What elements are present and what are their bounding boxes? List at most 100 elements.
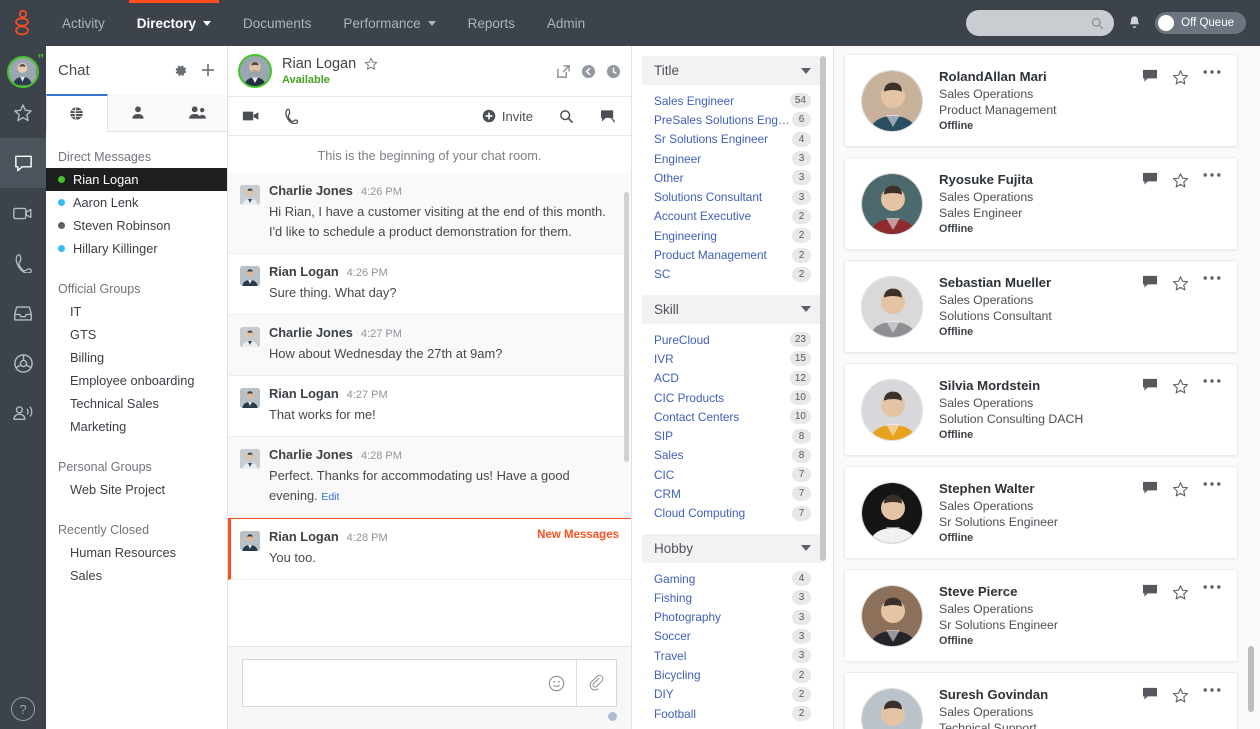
nav-item-performance[interactable]: Performance [327,0,451,46]
filter-option[interactable]: Football 2 [642,704,823,723]
filter-option[interactable]: Contact Centers 10 [642,407,823,426]
chat-bubble-icon[interactable] [1142,378,1158,392]
rail-item-voicemail[interactable] [0,388,46,438]
chat-group-item[interactable]: IT [46,300,227,323]
popout-icon[interactable] [556,64,571,79]
filter-option[interactable]: Gaming 4 [642,569,823,588]
search-icon[interactable] [559,109,574,124]
chat-group-item[interactable]: Human Resources [46,541,227,564]
star-outline-icon[interactable] [1172,687,1189,704]
chat-bubble-icon[interactable] [1142,481,1158,495]
star-outline-icon[interactable] [1172,172,1189,189]
filter-option[interactable]: IVR 15 [642,349,823,368]
chat-group-item[interactable]: Employee onboarding [46,369,227,392]
phone-icon[interactable] [285,108,298,124]
chat-bubble-icon[interactable] [1142,172,1158,186]
filter-option[interactable]: Product Management 2 [642,245,823,264]
chat-group-item[interactable]: Technical Sales [46,392,227,415]
help-button[interactable]: ? [11,697,35,721]
rail-item-video[interactable] [0,188,46,238]
filter-option[interactable]: CRM 7 [642,484,823,503]
filter-option[interactable]: Sales 8 [642,446,823,465]
filter-option[interactable]: CIC Products 10 [642,388,823,407]
chat-bubble-icon[interactable] [1142,584,1158,598]
paperclip-icon[interactable] [576,660,616,706]
person-card[interactable]: Silvia Mordstein Sales Operations Solution… [844,363,1238,456]
rail-item-dashboard[interactable] [0,338,46,388]
more-ellipsis-icon[interactable] [1203,172,1221,178]
filter-option[interactable]: SC 2 [642,265,823,284]
person-card[interactable]: Ryosuke Fujita Sales Operations Sales Engi… [844,157,1238,250]
nav-item-admin[interactable]: Admin [531,0,601,46]
dm-item[interactable]: Aaron Lenk [46,191,227,214]
filter-option[interactable]: CIC 7 [642,465,823,484]
more-ellipsis-icon[interactable] [1203,584,1221,590]
user-avatar[interactable]: ” [7,52,44,88]
filter-option[interactable]: Soccer 3 [642,627,823,646]
filter-option[interactable]: ACD 12 [642,369,823,388]
more-ellipsis-icon[interactable] [1203,378,1221,384]
nav-item-reports[interactable]: Reports [452,0,531,46]
chat-bubble-icon[interactable] [1142,275,1158,289]
filter-option[interactable]: PureCloud 23 [642,330,823,349]
filter-option[interactable]: Travel 3 [642,646,823,665]
nav-item-activity[interactable]: Activity [46,0,121,46]
filter-option[interactable]: DIY 2 [642,685,823,704]
filter-option[interactable]: Account Executive 2 [642,207,823,226]
genesys-logo-icon[interactable] [0,10,46,36]
person-card[interactable]: Sebastian Mueller Sales Operations Solutio… [844,260,1238,353]
rail-item-favorites[interactable] [0,88,46,138]
filter-group-header[interactable]: Hobby [642,533,823,563]
person-card[interactable]: Suresh Govindan Sales Operations Technical… [844,672,1238,729]
chat-group-item[interactable]: Web Site Project [46,478,227,501]
more-ellipsis-icon[interactable] [1203,687,1221,693]
tab-all-chats[interactable] [46,94,108,132]
person-card[interactable]: Steve Pierce Sales Operations Sr Solutions… [844,569,1238,662]
chat-bubble-icon[interactable] [1142,687,1158,701]
filter-option[interactable]: SIP 8 [642,426,823,445]
filter-option[interactable]: Sr Solutions Engineer 4 [642,130,823,149]
history-circle-icon[interactable] [606,64,621,79]
tab-group-chats[interactable] [167,94,228,131]
filter-option[interactable]: Bicycling 2 [642,665,823,684]
dm-item[interactable]: Steven Robinson [46,214,227,237]
nav-item-directory[interactable]: Directory [121,0,227,46]
rail-item-calls[interactable] [0,238,46,288]
chat-group-item[interactable]: GTS [46,323,227,346]
chat-group-item[interactable]: Marketing [46,415,227,438]
chat-scrollbar[interactable] [624,192,629,462]
message-edit-link[interactable]: Edit [321,491,339,503]
filter-option[interactable]: PreSales Solutions Engin… 6 [642,110,823,129]
smiley-icon[interactable] [536,675,576,692]
filter-option[interactable]: Engineer 3 [642,149,823,168]
filter-option[interactable]: Cloud Computing 7 [642,504,823,523]
filter-option[interactable]: Solutions Consultant 3 [642,187,823,206]
rail-item-inbox[interactable] [0,288,46,338]
dm-item[interactable]: Hillary Killinger [46,237,227,260]
filter-option[interactable]: Photography 3 [642,608,823,627]
nav-item-documents[interactable]: Documents [227,0,327,46]
tab-direct-chats[interactable] [107,94,168,131]
queue-status-toggle[interactable]: Off Queue [1155,12,1246,34]
person-card[interactable]: Stephen Walter Sales Operations Sr Solutio… [844,466,1238,559]
rail-item-chat[interactable] [0,138,46,188]
chat-transcript-icon[interactable] [600,109,617,123]
plus-icon[interactable] [201,63,215,77]
filter-group-header[interactable]: Skill [642,294,823,324]
star-outline-icon[interactable] [1172,69,1189,86]
chat-bubble-icon[interactable] [1142,69,1158,83]
more-ellipsis-icon[interactable] [1203,69,1221,75]
star-outline-icon[interactable] [364,57,378,71]
person-card[interactable]: RolandAllan Mari Sales Operations Product … [844,54,1238,147]
notifications-bell-icon[interactable] [1128,15,1141,31]
filter-option[interactable]: Other 3 [642,168,823,187]
filter-option[interactable]: Engineering 2 [642,226,823,245]
global-search-input[interactable] [966,10,1115,36]
star-outline-icon[interactable] [1172,378,1189,395]
filter-option[interactable]: Sales Engineer 54 [642,91,823,110]
dm-item[interactable]: Rian Logan [46,168,227,191]
more-ellipsis-icon[interactable] [1203,275,1221,281]
filter-option[interactable]: Fishing 3 [642,588,823,607]
chat-group-item[interactable]: Sales [46,564,227,587]
star-outline-icon[interactable] [1172,584,1189,601]
